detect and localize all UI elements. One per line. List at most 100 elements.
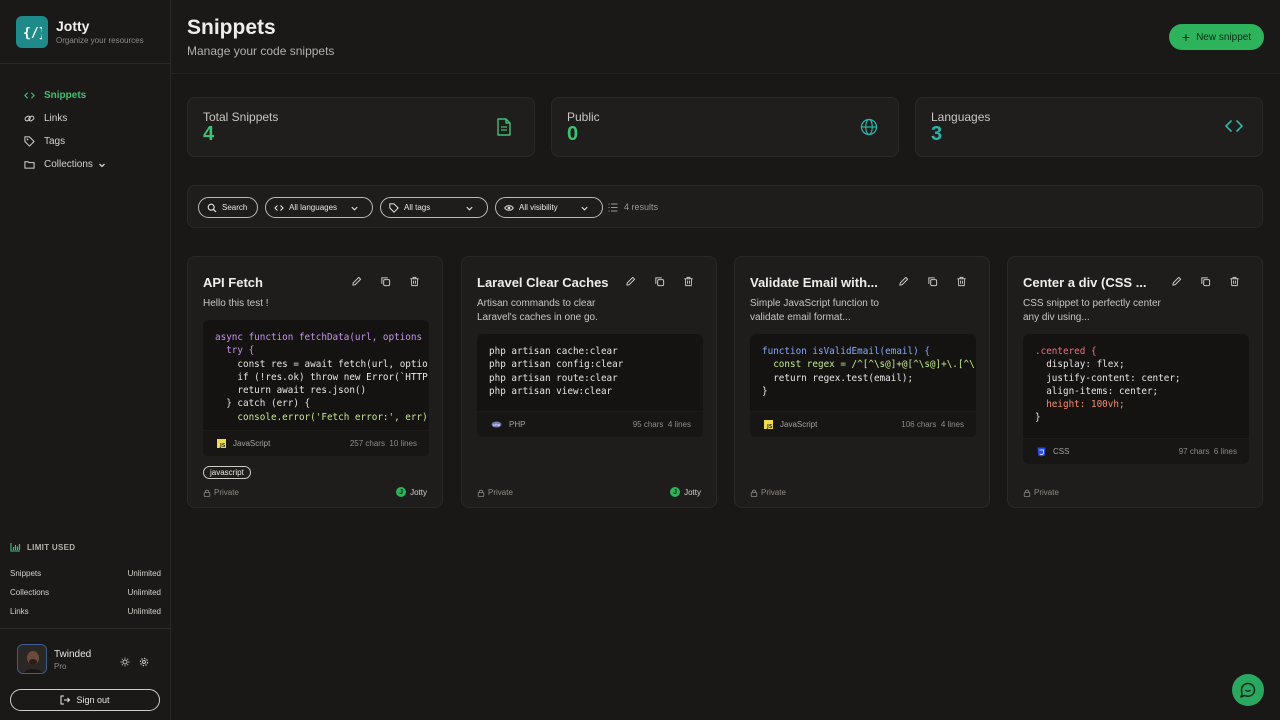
snippet-card[interactable]: API Fetch Hello this test ! async functi…: [187, 256, 443, 508]
chat-icon: [1240, 682, 1256, 698]
stat-value: 0: [567, 123, 579, 145]
trash-icon[interactable]: [956, 276, 967, 287]
code-icon: [274, 204, 284, 211]
visibility-label: Private: [477, 488, 701, 497]
char-count: 257 chars: [349, 439, 385, 448]
code-preview[interactable]: function isValidEmail(email) { const reg…: [750, 334, 976, 437]
language-label: PHP: [509, 420, 526, 429]
chat-button[interactable]: [1232, 674, 1264, 706]
tag-chip[interactable]: javascript: [203, 466, 251, 479]
owner-name: Jotty: [410, 487, 427, 497]
trash-icon[interactable]: [1229, 276, 1240, 287]
sidebar-item-links[interactable]: Links: [0, 107, 170, 130]
copy-icon[interactable]: [380, 276, 391, 287]
owner-avatar: J: [670, 487, 681, 497]
sidebar: {/} Jotty Organize your resources Snippe…: [0, 0, 171, 720]
trash-icon[interactable]: [683, 276, 694, 287]
stat-value: 3: [931, 123, 943, 145]
code-preview[interactable]: .centered { display: flex; justify-conte…: [1023, 334, 1249, 464]
edit-icon[interactable]: [898, 276, 909, 287]
code-line: } catch (err) {: [215, 398, 311, 410]
search-button[interactable]: Search: [198, 197, 258, 218]
settings-button[interactable]: [139, 654, 149, 672]
chevron-down-icon: [581, 206, 588, 211]
page-title: Snippets: [187, 16, 276, 39]
sun-icon: [120, 657, 130, 667]
visibility-filter-select[interactable]: All visibility: [495, 197, 603, 218]
code-line: height: 100vh;: [1035, 399, 1125, 411]
code-preview[interactable]: async function fetchData(url, options tr…: [203, 320, 429, 456]
stat-label: Public: [567, 110, 600, 124]
brand[interactable]: {/} Jotty Organize your resources: [0, 0, 170, 64]
snippet-title: Center a div (CSS ...: [1023, 275, 1147, 290]
owner: J Jotty: [396, 487, 427, 497]
results-label: 4 results: [624, 202, 659, 212]
user-plan: Pro: [54, 662, 67, 671]
snippet-description: Simple JavaScript function to validate e…: [750, 298, 879, 323]
results-count: 4 results: [608, 202, 658, 212]
sidebar-item-collections[interactable]: Collections: [0, 153, 170, 176]
snippet-card[interactable]: Validate Email with... Simple JavaScript…: [734, 256, 990, 508]
line-count: 4 lines: [940, 420, 964, 429]
theme-toggle-button[interactable]: [120, 654, 130, 672]
globe-icon: [860, 118, 878, 141]
code-preview[interactable]: php artisan cache:clear php artisan conf…: [477, 334, 703, 437]
sidebar-item-tags[interactable]: Tags: [0, 130, 170, 153]
char-count: 97 chars: [1178, 447, 1210, 456]
lock-icon: [477, 489, 485, 497]
snippet-card[interactable]: Laravel Clear Caches Artisan commands to…: [461, 256, 717, 508]
edit-icon[interactable]: [625, 276, 636, 287]
code-icon: [1225, 119, 1243, 138]
visibility-filter-label: All visibility: [519, 203, 558, 212]
sign-out-button[interactable]: Sign out: [10, 689, 160, 711]
sidebar-item-label: Collections: [44, 159, 93, 170]
code-text: async function fetchData(url, options tr…: [203, 320, 429, 424]
limit-value: Unlimited: [127, 607, 161, 616]
code-line: function isValidEmail(email) {: [762, 346, 930, 357]
snippet-title: API Fetch: [203, 275, 263, 290]
code-footer: JS JavaScript 106 chars 4 lines: [750, 411, 976, 437]
language-label: JavaScript: [780, 420, 818, 429]
code-text: php artisan cache:clear php artisan conf…: [477, 334, 703, 398]
new-snippet-button[interactable]: + New snippet: [1169, 24, 1264, 50]
edit-icon[interactable]: [351, 276, 362, 287]
snippet-description: Artisan commands to clear Laravel's cach…: [477, 298, 598, 323]
gear-icon: [139, 657, 149, 667]
code-text: function isValidEmail(email) { const reg…: [750, 334, 976, 398]
tag-filter-select[interactable]: All tags: [380, 197, 488, 218]
copy-icon[interactable]: [927, 276, 938, 287]
sidebar-item-label: Tags: [44, 136, 66, 147]
svg-text:JS: JS: [219, 443, 226, 448]
trash-icon[interactable]: [409, 276, 420, 287]
char-count: 95 chars: [632, 420, 664, 429]
folder-icon: [24, 161, 35, 169]
plus-icon: +: [1181, 29, 1191, 45]
code-icon: [24, 92, 35, 99]
snippet-card[interactable]: Center a div (CSS ... CSS snippet to per…: [1007, 256, 1263, 508]
language-filter-select[interactable]: All languages: [265, 197, 373, 218]
visibility-text: Private: [761, 488, 786, 497]
code-line: async function fetchData(url, options: [215, 332, 423, 343]
snippet-description: CSS snippet to perfectly center any div …: [1023, 298, 1161, 323]
code-line: try {: [215, 345, 255, 357]
tag-icon: [389, 202, 399, 213]
language-label: CSS: [1053, 447, 1070, 456]
line-count: 10 lines: [389, 439, 417, 448]
owner-name: Jotty: [684, 487, 701, 497]
bar-chart-icon: [10, 543, 21, 552]
copy-icon[interactable]: [654, 276, 665, 287]
edit-icon[interactable]: [1171, 276, 1182, 287]
copy-icon[interactable]: [1200, 276, 1211, 287]
code-line: .centered {: [1035, 346, 1097, 357]
limit-row: Links Unlimited: [10, 602, 161, 621]
new-snippet-label: New snippet: [1196, 31, 1252, 43]
lock-icon: [1023, 489, 1031, 497]
limit-label: Snippets: [10, 569, 42, 578]
avatar[interactable]: [17, 644, 47, 674]
stat-card-languages: Languages 3: [915, 97, 1263, 157]
visibility-label: Private: [1023, 488, 1247, 497]
stat-card-total: Total Snippets 4: [187, 97, 535, 157]
sidebar-nav: Snippets Links Tags Collections: [0, 64, 170, 176]
sidebar-item-snippets[interactable]: Snippets: [0, 84, 170, 107]
limit-value: Unlimited: [127, 588, 161, 597]
